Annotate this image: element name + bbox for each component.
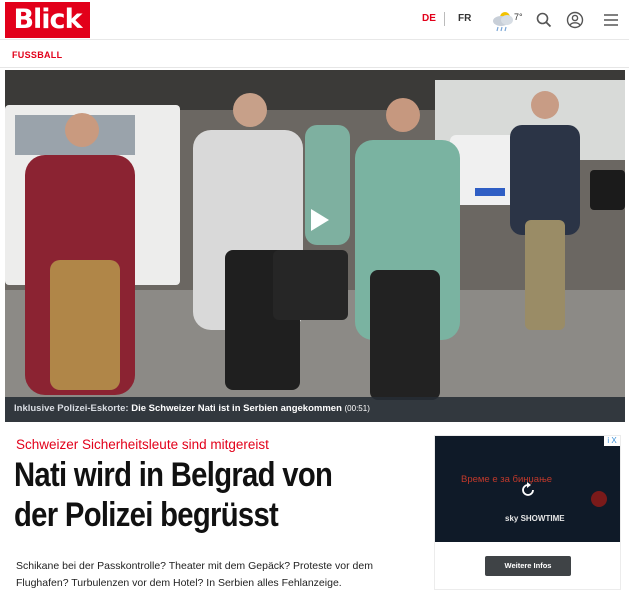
section-label[interactable]: FUSSBALL: [12, 50, 62, 60]
ad-title: Време е за бинџање: [461, 474, 553, 485]
video-caption[interactable]: Inklusive Polizei-Eskorte: Die Schweizer…: [5, 397, 625, 422]
video-player[interactable]: Inklusive Polizei-Eskorte: Die Schweizer…: [5, 70, 625, 422]
language-de-link[interactable]: DE: [422, 13, 436, 24]
video-caption-prefix: Inklusive Polizei-Eskorte:: [14, 403, 129, 414]
language-divider: [444, 12, 445, 26]
replay-icon[interactable]: [519, 481, 537, 499]
language-fr-link[interactable]: FR: [458, 13, 471, 24]
advertisement[interactable]: Време е за бинџање sky SHOWTIME i X Weit…: [434, 435, 621, 590]
article-kicker[interactable]: Schweizer Sicherheitsleute sind mitgerei…: [16, 437, 269, 452]
play-icon[interactable]: [305, 206, 333, 234]
ad-brand-logo: sky SHOWTIME: [505, 514, 565, 523]
article-lead: Schikane bei der Passkontrolle? Theater …: [16, 558, 416, 592]
site-header: Blick DE FR 7°: [0, 0, 629, 40]
section-divider: [0, 67, 629, 68]
ad-more-info-button[interactable]: Weitere Infos: [485, 556, 571, 576]
lead-line-1: Schikane bei der Passkontrolle? Theater …: [16, 560, 373, 572]
headline-line-1: Nati wird in Belgrad von: [14, 456, 333, 494]
video-duration: (00:51): [344, 404, 370, 413]
account-icon[interactable]: [566, 11, 584, 29]
ad-choices-icon[interactable]: i X: [604, 436, 620, 446]
video-caption-title: Die Schweizer Nati ist in Serbien angeko…: [131, 403, 342, 414]
headline-line-2: der Polizei begrüsst: [14, 496, 279, 534]
search-icon[interactable]: [535, 11, 553, 29]
weather-temperature: 7°: [514, 12, 523, 22]
video-thumbnail: [5, 70, 625, 422]
ad-badge-icon: [591, 491, 607, 507]
menu-icon[interactable]: [602, 11, 620, 29]
article-headline[interactable]: Nati wird in Belgrad von der Polizei beg…: [14, 455, 418, 535]
blick-logo[interactable]: Blick: [5, 2, 90, 38]
lead-line-2: Flughafen? Turbulenzen vor dem Hotel? In…: [16, 577, 342, 589]
ad-video-area[interactable]: Време е за бинџање sky SHOWTIME: [435, 436, 620, 542]
